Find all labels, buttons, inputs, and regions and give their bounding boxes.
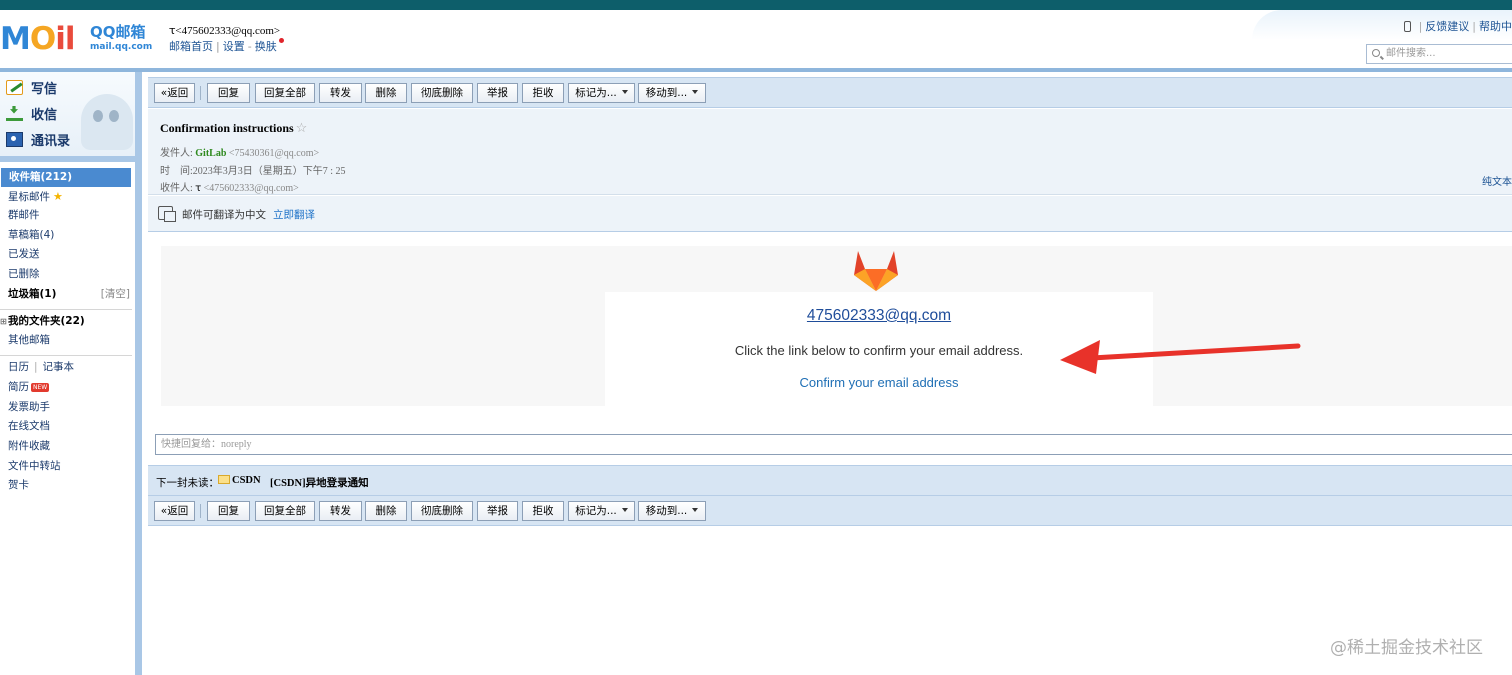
annotation-arrow-icon [1060,340,1301,374]
watermark: @稀土掘金技术社区 [1330,638,1483,658]
